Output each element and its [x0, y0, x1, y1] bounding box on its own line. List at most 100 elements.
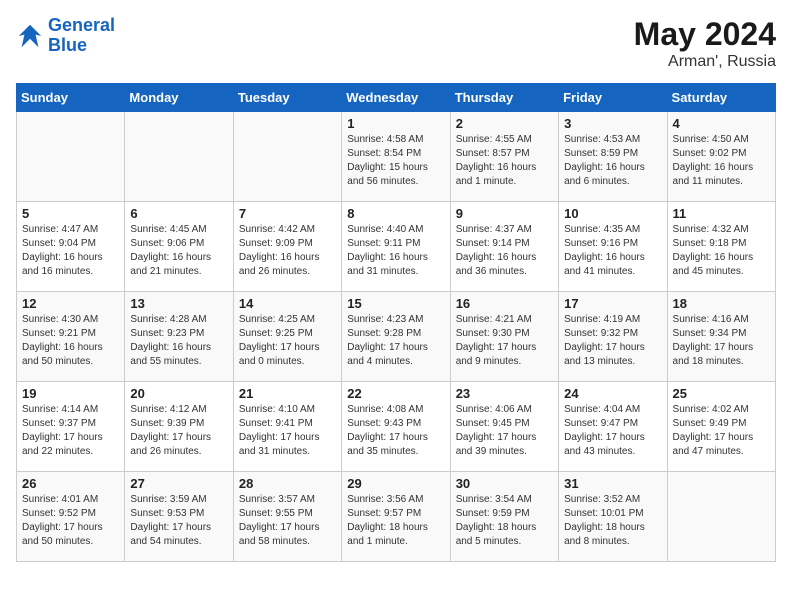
day-number: 8 — [347, 206, 444, 221]
day-info: Sunrise: 3:52 AM Sunset: 10:01 PM Daylig… — [564, 493, 661, 549]
day-info: Sunrise: 4:28 AM Sunset: 9:23 PM Dayligh… — [130, 313, 227, 369]
day-number: 12 — [22, 296, 119, 311]
location: Arman', Russia — [634, 53, 776, 71]
calendar-cell: 23 Sunrise: 4:06 AM Sunset: 9:45 PM Dayli… — [450, 382, 558, 472]
weekday-header: Wednesday — [342, 84, 450, 112]
day-info: Sunrise: 4:30 AM Sunset: 9:21 PM Dayligh… — [22, 313, 119, 369]
day-number: 31 — [564, 476, 661, 491]
calendar-cell: 11 Sunrise: 4:32 AM Sunset: 9:18 PM Dayli… — [667, 202, 775, 292]
day-info: Sunrise: 4:25 AM Sunset: 9:25 PM Dayligh… — [239, 313, 336, 369]
day-number: 23 — [456, 386, 553, 401]
calendar-cell: 3 Sunrise: 4:53 AM Sunset: 8:59 PM Daylig… — [559, 112, 667, 202]
day-number: 1 — [347, 116, 444, 131]
calendar-cell: 9 Sunrise: 4:37 AM Sunset: 9:14 PM Daylig… — [450, 202, 558, 292]
day-number: 14 — [239, 296, 336, 311]
calendar-cell: 29 Sunrise: 3:56 AM Sunset: 9:57 PM Dayli… — [342, 472, 450, 562]
calendar-week-row: 19Sunrise: 4:14 AM Sunset: 9:37 PM Dayli… — [17, 382, 776, 472]
day-number: 4 — [673, 116, 770, 131]
calendar-cell — [17, 112, 125, 202]
calendar-cell: 19Sunrise: 4:14 AM Sunset: 9:37 PM Dayli… — [17, 382, 125, 472]
day-info: Sunrise: 4:55 AM Sunset: 8:57 PM Dayligh… — [456, 133, 553, 189]
day-number: 24 — [564, 386, 661, 401]
day-info: Sunrise: 4:32 AM Sunset: 9:18 PM Dayligh… — [673, 223, 770, 279]
day-info: Sunrise: 3:54 AM Sunset: 9:59 PM Dayligh… — [456, 493, 553, 549]
calendar-header-row: SundayMondayTuesdayWednesdayThursdayFrid… — [17, 84, 776, 112]
day-info: Sunrise: 4:01 AM Sunset: 9:52 PM Dayligh… — [22, 493, 119, 549]
weekday-header: Saturday — [667, 84, 775, 112]
calendar-week-row: 5 Sunrise: 4:47 AM Sunset: 9:04 PM Daylig… — [17, 202, 776, 292]
day-number: 22 — [347, 386, 444, 401]
day-number: 3 — [564, 116, 661, 131]
day-number: 30 — [456, 476, 553, 491]
calendar-body: 1 Sunrise: 4:58 AM Sunset: 8:54 PM Daylig… — [17, 112, 776, 562]
day-number: 18 — [673, 296, 770, 311]
day-number: 11 — [673, 206, 770, 221]
day-number: 2 — [456, 116, 553, 131]
day-info: Sunrise: 4:53 AM Sunset: 8:59 PM Dayligh… — [564, 133, 661, 189]
day-info: Sunrise: 4:47 AM Sunset: 9:04 PM Dayligh… — [22, 223, 119, 279]
day-info: Sunrise: 4:23 AM Sunset: 9:28 PM Dayligh… — [347, 313, 444, 369]
day-info: Sunrise: 4:08 AM Sunset: 9:43 PM Dayligh… — [347, 403, 444, 459]
day-number: 6 — [130, 206, 227, 221]
day-number: 16 — [456, 296, 553, 311]
day-info: Sunrise: 3:56 AM Sunset: 9:57 PM Dayligh… — [347, 493, 444, 549]
day-number: 15 — [347, 296, 444, 311]
calendar-cell: 15 Sunrise: 4:23 AM Sunset: 9:28 PM Dayli… — [342, 292, 450, 382]
calendar-cell — [125, 112, 233, 202]
weekday-header: Monday — [125, 84, 233, 112]
calendar-cell: 13 Sunrise: 4:28 AM Sunset: 9:23 PM Dayli… — [125, 292, 233, 382]
calendar-cell: 31 Sunrise: 3:52 AM Sunset: 10:01 PM Dayl… — [559, 472, 667, 562]
calendar-cell: 8 Sunrise: 4:40 AM Sunset: 9:11 PM Daylig… — [342, 202, 450, 292]
calendar-cell: 16 Sunrise: 4:21 AM Sunset: 9:30 PM Dayli… — [450, 292, 558, 382]
calendar-cell: 21 Sunrise: 4:10 AM Sunset: 9:41 PM Dayli… — [233, 382, 341, 472]
calendar-cell: 6 Sunrise: 4:45 AM Sunset: 9:06 PM Daylig… — [125, 202, 233, 292]
calendar-week-row: 12 Sunrise: 4:30 AM Sunset: 9:21 PM Dayli… — [17, 292, 776, 382]
calendar-cell: 1 Sunrise: 4:58 AM Sunset: 8:54 PM Daylig… — [342, 112, 450, 202]
day-info: Sunrise: 4:12 AM Sunset: 9:39 PM Dayligh… — [130, 403, 227, 459]
calendar-cell — [233, 112, 341, 202]
calendar-cell: 27Sunrise: 3:59 AM Sunset: 9:53 PM Dayli… — [125, 472, 233, 562]
day-number: 10 — [564, 206, 661, 221]
logo-text: General Blue — [48, 16, 115, 56]
title-area: May 2024 Arman', Russia — [634, 16, 776, 71]
day-info: Sunrise: 3:57 AM Sunset: 9:55 PM Dayligh… — [239, 493, 336, 549]
weekday-header: Sunday — [17, 84, 125, 112]
calendar-cell: 4 Sunrise: 4:50 AM Sunset: 9:02 PM Daylig… — [667, 112, 775, 202]
calendar-cell: 28 Sunrise: 3:57 AM Sunset: 9:55 PM Dayli… — [233, 472, 341, 562]
calendar-week-row: 1 Sunrise: 4:58 AM Sunset: 8:54 PM Daylig… — [17, 112, 776, 202]
calendar-cell: 30 Sunrise: 3:54 AM Sunset: 9:59 PM Dayli… — [450, 472, 558, 562]
day-info: Sunrise: 4:04 AM Sunset: 9:47 PM Dayligh… — [564, 403, 661, 459]
calendar-table: SundayMondayTuesdayWednesdayThursdayFrid… — [16, 83, 776, 562]
day-info: Sunrise: 4:45 AM Sunset: 9:06 PM Dayligh… — [130, 223, 227, 279]
day-info: Sunrise: 4:37 AM Sunset: 9:14 PM Dayligh… — [456, 223, 553, 279]
day-info: Sunrise: 4:50 AM Sunset: 9:02 PM Dayligh… — [673, 133, 770, 189]
day-number: 21 — [239, 386, 336, 401]
calendar-cell: 26Sunrise: 4:01 AM Sunset: 9:52 PM Dayli… — [17, 472, 125, 562]
day-info: Sunrise: 4:40 AM Sunset: 9:11 PM Dayligh… — [347, 223, 444, 279]
day-number: 9 — [456, 206, 553, 221]
day-info: Sunrise: 4:14 AM Sunset: 9:37 PM Dayligh… — [22, 403, 119, 459]
calendar-cell: 14 Sunrise: 4:25 AM Sunset: 9:25 PM Dayli… — [233, 292, 341, 382]
day-number: 5 — [22, 206, 119, 221]
day-info: Sunrise: 4:42 AM Sunset: 9:09 PM Dayligh… — [239, 223, 336, 279]
calendar-cell: 2 Sunrise: 4:55 AM Sunset: 8:57 PM Daylig… — [450, 112, 558, 202]
day-number: 27 — [130, 476, 227, 491]
logo-icon — [16, 22, 44, 50]
weekday-header: Friday — [559, 84, 667, 112]
day-info: Sunrise: 4:58 AM Sunset: 8:54 PM Dayligh… — [347, 133, 444, 189]
calendar-cell: 22 Sunrise: 4:08 AM Sunset: 9:43 PM Dayli… — [342, 382, 450, 472]
day-info: Sunrise: 4:10 AM Sunset: 9:41 PM Dayligh… — [239, 403, 336, 459]
day-number: 29 — [347, 476, 444, 491]
calendar-cell: 17Sunrise: 4:19 AM Sunset: 9:32 PM Dayli… — [559, 292, 667, 382]
calendar-cell: 25Sunrise: 4:02 AM Sunset: 9:49 PM Dayli… — [667, 382, 775, 472]
weekday-header: Tuesday — [233, 84, 341, 112]
calendar-cell: 20Sunrise: 4:12 AM Sunset: 9:39 PM Dayli… — [125, 382, 233, 472]
calendar-week-row: 26Sunrise: 4:01 AM Sunset: 9:52 PM Dayli… — [17, 472, 776, 562]
day-info: Sunrise: 4:02 AM Sunset: 9:49 PM Dayligh… — [673, 403, 770, 459]
day-number: 28 — [239, 476, 336, 491]
day-number: 13 — [130, 296, 227, 311]
day-info: Sunrise: 4:21 AM Sunset: 9:30 PM Dayligh… — [456, 313, 553, 369]
day-info: Sunrise: 4:06 AM Sunset: 9:45 PM Dayligh… — [456, 403, 553, 459]
day-info: Sunrise: 4:35 AM Sunset: 9:16 PM Dayligh… — [564, 223, 661, 279]
logo: General Blue — [16, 16, 115, 56]
